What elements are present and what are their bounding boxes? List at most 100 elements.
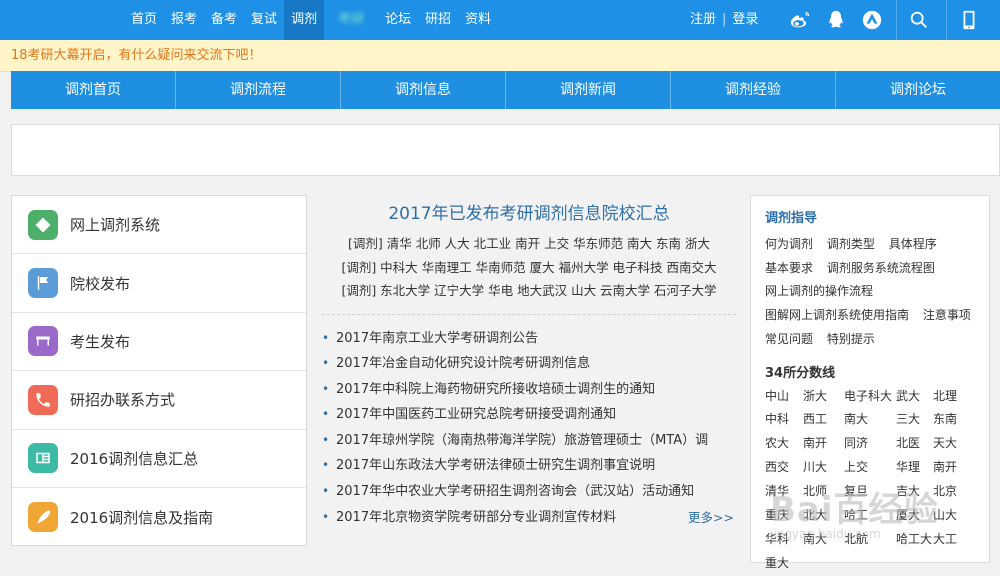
weibo-icon[interactable] bbox=[782, 0, 818, 40]
school-link[interactable]: 南大 bbox=[803, 528, 844, 552]
sub-nav-adjust-info[interactable]: 调剂信息 bbox=[341, 71, 506, 109]
news-item[interactable]: 2017年南京工业大学考研调剂公告 bbox=[322, 326, 740, 352]
school-link[interactable]: 川大 bbox=[803, 456, 844, 480]
guide-link[interactable]: 具体程序 bbox=[889, 237, 937, 251]
top-nav-link-blurred[interactable]: 考研 bbox=[324, 0, 378, 40]
school-link[interactable]: 电子科大 bbox=[844, 385, 896, 409]
school-link[interactable]: 南大 bbox=[844, 408, 896, 432]
auth-links: 注册 | 登录 bbox=[690, 0, 758, 40]
news-item[interactable]: 2017年冶金自动化研究设计院考研调剂信息 bbox=[322, 351, 740, 377]
school-link[interactable]: 西交 bbox=[765, 456, 803, 480]
left-menu: 网上调剂系统 院校发布 考生发布 研招办联系方式 2016调剂信息汇总 2016… bbox=[11, 195, 307, 546]
news-item[interactable]: 2017年琼州学院（海南热带海洋学院）旅游管理硕士（MTA）调 bbox=[322, 428, 740, 454]
school-link[interactable]: 清华 bbox=[765, 480, 803, 504]
tagline-row[interactable]: [调剂] 东北大学 辽宁大学 华电 地大武汉 山大 云南大学 石河子大学 bbox=[318, 279, 740, 303]
top-navigation-bar: 首页 报考 备考 复试 调剂 考研 论坛 研招 资料 注册 | 登录 bbox=[0, 0, 1000, 40]
sub-nav-adjust-process[interactable]: 调剂流程 bbox=[176, 71, 341, 109]
search-icon[interactable] bbox=[896, 0, 940, 40]
school-link[interactable]: 三大 bbox=[896, 408, 933, 432]
school-link[interactable]: 吉大 bbox=[896, 480, 933, 504]
guide-row: 网上调剂的操作流程 bbox=[765, 280, 989, 304]
school-link[interactable]: 华理 bbox=[896, 456, 933, 480]
center-title[interactable]: 2017年已发布考研调剂信息院校汇总 bbox=[318, 200, 740, 228]
school-link[interactable]: 南开 bbox=[933, 456, 971, 480]
school-link[interactable]: 北医 bbox=[896, 432, 933, 456]
guide-link[interactable]: 调剂服务系统流程图 bbox=[827, 261, 935, 275]
top-nav-link-adjust[interactable]: 调剂 bbox=[284, 0, 325, 40]
school-link[interactable]: 哈工 bbox=[844, 504, 896, 528]
school-link[interactable]: 天大 bbox=[933, 432, 971, 456]
menu-item-office-contact[interactable]: 研招办联系方式 bbox=[12, 371, 306, 430]
school-link[interactable]: 哈工大 bbox=[896, 528, 933, 552]
school-link[interactable]: 重大 bbox=[765, 552, 803, 576]
guide-link[interactable]: 特别提示 bbox=[827, 332, 875, 346]
school-link[interactable]: 农大 bbox=[765, 432, 803, 456]
menu-item-online-adjust-system[interactable]: 网上调剂系统 bbox=[12, 196, 306, 255]
guide-link[interactable]: 图解网上调剂系统使用指南 bbox=[765, 308, 909, 322]
news-item[interactable]: 2017年华中农业大学考研招生调剂咨询会（武汉站）活动通知 bbox=[322, 479, 740, 505]
top-nav-link-forum[interactable]: 论坛 bbox=[378, 0, 418, 40]
guide-link[interactable]: 注意事项 bbox=[923, 308, 971, 322]
guide-links: 何为调剂 调剂类型 具体程序 基本要求 调剂服务系统流程图 网上调剂的操作流程 … bbox=[765, 233, 989, 352]
menu-item-2016-guide[interactable]: 2016调剂信息及指南 bbox=[12, 488, 306, 546]
score-title: 34所分数线 bbox=[765, 365, 836, 381]
tagline-row[interactable]: [调剂] 中科大 华南理工 华南师范 厦大 福州大学 电子科技 西南交大 bbox=[318, 256, 740, 280]
school-link[interactable]: 重庆 bbox=[765, 504, 803, 528]
top-nav-link-admission[interactable]: 研招 bbox=[418, 0, 458, 40]
news-item[interactable]: 2017年中科院上海药物研究所接收培硕士调剂生的通知 bbox=[322, 377, 740, 403]
school-link[interactable]: 北大 bbox=[803, 504, 844, 528]
qq-icon[interactable] bbox=[818, 0, 854, 40]
menu-item-school-publish[interactable]: 院校发布 bbox=[12, 254, 306, 313]
school-link[interactable]: 华科 bbox=[765, 528, 803, 552]
more-link[interactable]: 更多>> bbox=[688, 507, 734, 526]
school-link[interactable]: 厦大 bbox=[896, 504, 933, 528]
school-link[interactable]: 南开 bbox=[803, 432, 844, 456]
school-link[interactable]: 中科 bbox=[765, 408, 803, 432]
guide-link[interactable]: 调剂类型 bbox=[827, 237, 875, 251]
menu-item-label: 考生发布 bbox=[70, 332, 131, 351]
news-item[interactable]: 2017年北京物资学院考研部分专业调剂宣传材料 bbox=[322, 505, 672, 531]
news-item[interactable]: 2017年中国医药工业研究总院考研接受调剂通知 bbox=[322, 402, 740, 428]
menu-item-student-publish[interactable]: 考生发布 bbox=[12, 313, 306, 372]
top-nav-link-retest[interactable]: 复试 bbox=[244, 0, 284, 40]
center-content: 2017年已发布考研调剂信息院校汇总 [调剂] 清华 北师 人大 北工业 南开 … bbox=[318, 195, 740, 546]
school-link[interactable]: 复旦 bbox=[844, 480, 896, 504]
top-nav-link-prepare[interactable]: 备考 bbox=[204, 0, 244, 40]
school-link[interactable]: 西工 bbox=[803, 408, 844, 432]
guide-link[interactable]: 常见问题 bbox=[765, 332, 813, 346]
menu-item-label: 2016调剂信息汇总 bbox=[70, 449, 199, 468]
tagline-row[interactable]: [调剂] 清华 北师 人大 北工业 南开 上交 华东师范 南大 东南 浙大 bbox=[318, 232, 740, 256]
sub-nav-adjust-home[interactable]: 调剂首页 bbox=[11, 71, 176, 109]
sub-nav-adjust-news[interactable]: 调剂新闻 bbox=[506, 71, 671, 109]
news-item[interactable]: 2017年山东政法大学考研法律硕士研究生调剂事宜说明 bbox=[322, 453, 740, 479]
school-link[interactable]: 武大 bbox=[896, 385, 933, 409]
top-nav-link-home[interactable]: 首页 bbox=[124, 0, 164, 40]
sub-nav-adjust-experience[interactable]: 调剂经验 bbox=[671, 71, 836, 109]
notice-bar[interactable]: 18考研大幕开启，有什么疑问来交流下吧！ bbox=[0, 40, 1000, 72]
school-link[interactable]: 北理 bbox=[933, 385, 971, 409]
school-link[interactable]: 北京 bbox=[933, 480, 971, 504]
register-link[interactable]: 注册 bbox=[690, 0, 716, 40]
school-link[interactable]: 山大 bbox=[933, 504, 971, 528]
school-link[interactable]: 东南 bbox=[933, 408, 971, 432]
menu-item-2016-summary[interactable]: 2016调剂信息汇总 bbox=[12, 430, 306, 488]
guide-link[interactable]: 何为调剂 bbox=[765, 237, 813, 251]
guide-row: 常见问题 特别提示 bbox=[765, 328, 989, 352]
sub-navigation-bar: 调剂首页 调剂流程 调剂信息 调剂新闻 调剂经验 调剂论坛 bbox=[11, 71, 1000, 109]
sub-nav-adjust-forum[interactable]: 调剂论坛 bbox=[836, 71, 1000, 109]
school-link[interactable]: 中山 bbox=[765, 385, 803, 409]
school-link[interactable]: 北航 bbox=[844, 528, 896, 552]
mobile-icon[interactable] bbox=[946, 0, 990, 40]
school-link[interactable]: 浙大 bbox=[803, 385, 844, 409]
school-link[interactable]: 上交 bbox=[844, 456, 896, 480]
school-link[interactable]: 北师 bbox=[803, 480, 844, 504]
app-icon[interactable] bbox=[854, 0, 890, 40]
school-link[interactable]: 同济 bbox=[844, 432, 896, 456]
top-nav-link-materials[interactable]: 资料 bbox=[458, 0, 498, 40]
login-link[interactable]: 登录 bbox=[732, 0, 758, 40]
guide-row: 基本要求 调剂服务系统流程图 bbox=[765, 257, 989, 281]
school-link[interactable]: 大工 bbox=[933, 528, 971, 552]
guide-link[interactable]: 基本要求 bbox=[765, 261, 813, 275]
top-nav-link-apply[interactable]: 报考 bbox=[164, 0, 204, 40]
guide-link[interactable]: 网上调剂的操作流程 bbox=[765, 284, 873, 298]
